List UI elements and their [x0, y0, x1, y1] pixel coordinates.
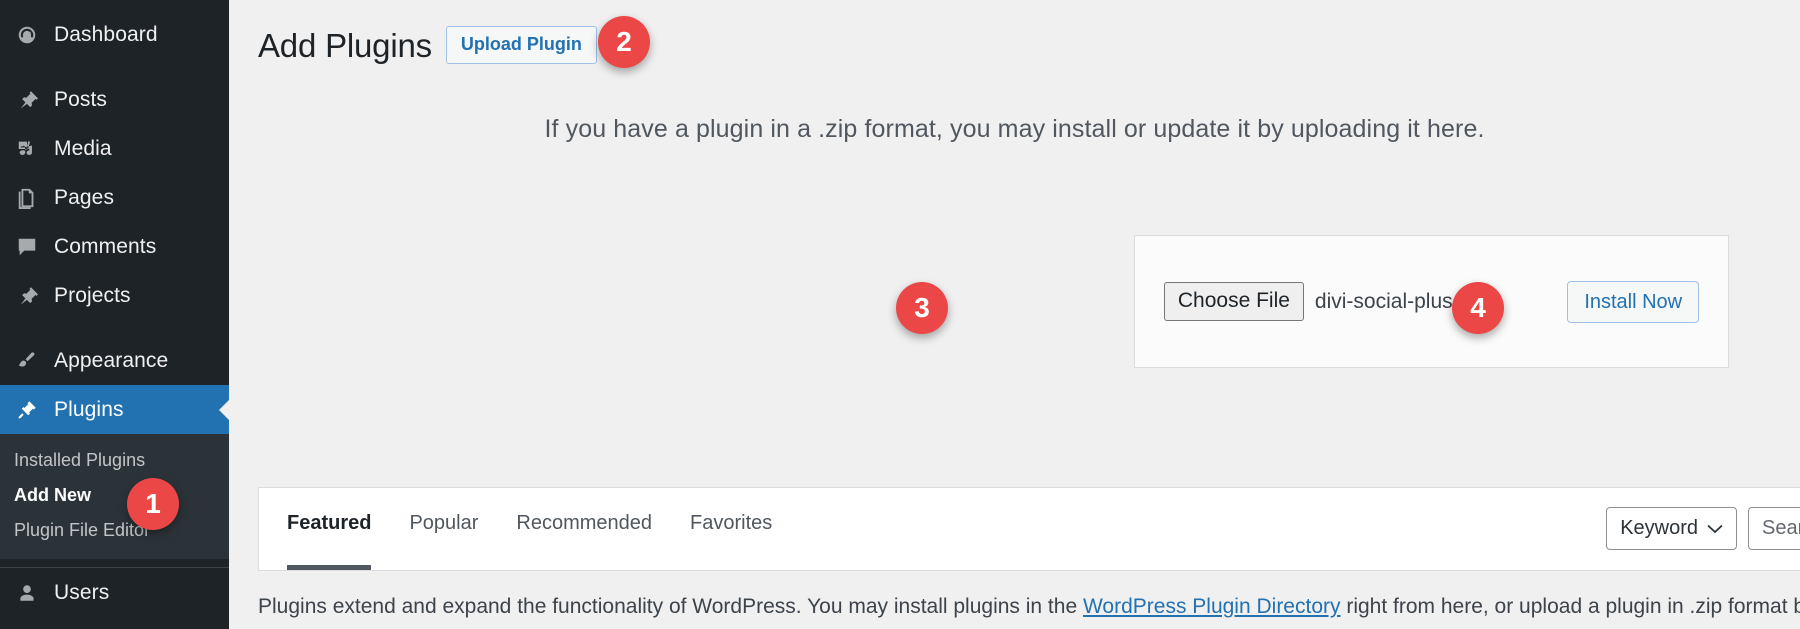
- plugins-submenu: Installed Plugins Add New Plugin File Ed…: [0, 434, 229, 559]
- sidebar-item-label: Pages: [54, 185, 115, 209]
- sidebar-item-media[interactable]: Media: [0, 124, 229, 173]
- comments-icon: [14, 234, 40, 260]
- pin-icon: [14, 87, 40, 113]
- sidebar-item-pages[interactable]: Pages: [0, 173, 229, 222]
- sidebar-item-label: Appearance: [54, 348, 169, 372]
- sidebar-item-projects[interactable]: Projects: [0, 271, 229, 320]
- search-type-label: Keyword: [1620, 517, 1698, 539]
- tab-recommended[interactable]: Recommended: [516, 488, 652, 570]
- brush-icon: [14, 348, 40, 374]
- step-badge-4: 4: [1452, 282, 1504, 334]
- wordpress-admin-screen: Dashboard Posts Media Pages Comments Pro…: [0, 0, 1800, 629]
- pages-icon: [14, 185, 40, 211]
- choose-file-button[interactable]: Choose File: [1163, 282, 1304, 321]
- sidebar-item-comments[interactable]: Comments: [0, 222, 229, 271]
- upload-intro-text: If you have a plugin in a .zip format, y…: [544, 115, 1485, 143]
- sidebar-item-label: Dashboard: [54, 22, 158, 46]
- submenu-item-installed-plugins[interactable]: Installed Plugins: [0, 443, 229, 478]
- tab-favorites[interactable]: Favorites: [690, 488, 772, 570]
- plugin-browse-panel: Featured Popular Recommended Favorites K…: [258, 487, 1800, 571]
- sidebar-item-label: Users: [54, 580, 110, 604]
- sidebar-item-label: Posts: [54, 87, 108, 111]
- search-type-select[interactable]: Keyword: [1606, 507, 1737, 550]
- admin-sidebar: Dashboard Posts Media Pages Comments Pro…: [0, 0, 229, 629]
- page-title: Add Plugins: [258, 26, 432, 64]
- plugin-upload-box: Choose File divi-social-plus.zip Install…: [1134, 235, 1729, 368]
- sidebar-item-label: Media: [54, 136, 112, 160]
- user-icon: [14, 580, 40, 606]
- step-badge-3: 3: [896, 282, 948, 334]
- page-header: Add Plugins Upload Plugin: [229, 0, 1800, 72]
- description-text-before: Plugins extend and expand the functional…: [258, 595, 1083, 618]
- plugin-tabs: Featured Popular Recommended Favorites: [259, 488, 810, 570]
- sidebar-item-label: Projects: [54, 283, 131, 307]
- sidebar-item-plugins[interactable]: Plugins: [0, 385, 229, 434]
- media-icon: [14, 136, 40, 162]
- pin-icon: [14, 283, 40, 309]
- tab-popular[interactable]: Popular: [409, 488, 478, 570]
- search-plugins-input[interactable]: [1748, 507, 1800, 550]
- file-upload-row: Choose File divi-social-plus.zip Install…: [1163, 280, 1700, 323]
- main-content: Add Plugins Upload Plugin If you have a …: [229, 0, 1800, 629]
- sidebar-item-users[interactable]: Users: [0, 568, 229, 617]
- sidebar-item-label: Comments: [54, 234, 157, 258]
- dashboard-icon: [14, 22, 40, 48]
- sidebar-menu: Dashboard Posts Media Pages Comments Pro…: [0, 0, 229, 617]
- chevron-down-icon: [1707, 524, 1723, 534]
- submenu-item-add-new[interactable]: Add New: [0, 478, 229, 513]
- step-badge-2: 2: [598, 16, 650, 68]
- install-now-button[interactable]: Install Now: [1567, 280, 1700, 323]
- sidebar-item-label: Plugins: [54, 397, 124, 421]
- tab-featured[interactable]: Featured: [287, 488, 372, 570]
- plugin-search-group: Keyword: [1606, 488, 1800, 550]
- submenu-item-label: Installed Plugins: [14, 450, 146, 470]
- upload-plugin-button[interactable]: Upload Plugin: [445, 26, 597, 64]
- submenu-item-label: Add New: [14, 485, 92, 505]
- wordpress-plugin-directory-link[interactable]: WordPress Plugin Directory: [1083, 595, 1341, 618]
- sidebar-item-dashboard[interactable]: Dashboard: [0, 10, 229, 59]
- step-badge-1: 1: [127, 478, 179, 530]
- plug-icon: [14, 397, 40, 423]
- description-text-after: right from here, or upload a plugin in .…: [1346, 595, 1800, 618]
- sidebar-item-posts[interactable]: Posts: [0, 75, 229, 124]
- sidebar-item-appearance[interactable]: Appearance: [0, 336, 229, 385]
- submenu-item-plugin-file-editor[interactable]: Plugin File Editor: [0, 513, 229, 548]
- plugins-description: Plugins extend and expand the functional…: [258, 595, 1800, 619]
- submenu-item-label: Plugin File Editor: [14, 520, 151, 540]
